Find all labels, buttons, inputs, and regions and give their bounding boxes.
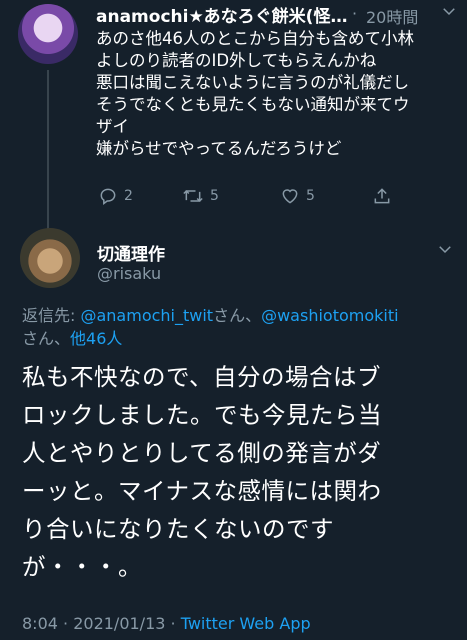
source-link[interactable]: Twitter Web App: [181, 614, 311, 633]
separator: ·: [57, 614, 74, 633]
share-icon: [372, 186, 392, 206]
reply-icon: [98, 186, 118, 206]
thread-connector-line: [47, 70, 49, 232]
retweet-icon: [182, 186, 204, 206]
like-count: 5: [306, 188, 315, 204]
reply-count: 2: [124, 188, 133, 204]
replying-to: 返信先: @anamochi_twitさん、@washiotomokiti さん、…: [22, 304, 452, 350]
reply-button[interactable]: 2: [98, 186, 133, 206]
tweet-text: あのさ他46人のとこから自分も含めて小林 よしのり読者のID外してもらえんかね …: [96, 29, 414, 158]
separator: ·: [352, 4, 358, 23]
san-suffix: さん、: [213, 306, 262, 325]
reply-prefix: 返信先:: [22, 306, 81, 325]
tweet-time[interactable]: 20時間: [366, 4, 418, 28]
retweet-count: 5: [210, 188, 219, 204]
separator: ·: [165, 614, 181, 633]
tweet-text: 私も不快なので、自分の場合はブ ロックしました。でも今見たら当 人とやりとりして…: [22, 363, 382, 581]
mention-link[interactable]: @anamochi_twit: [80, 306, 213, 325]
user-handle[interactable]: @risaku: [97, 264, 161, 283]
tweet-meta: 8:04 · 2021/01/13 · Twitter Web App: [22, 614, 311, 633]
avatar[interactable]: [18, 4, 78, 64]
retweet-button[interactable]: 5: [182, 186, 219, 206]
san-suffix: さん、: [22, 329, 71, 348]
tweet-time[interactable]: 8:04: [22, 614, 58, 633]
avatar[interactable]: [20, 228, 80, 288]
share-button[interactable]: [372, 186, 392, 206]
others-link[interactable]: 他46人: [70, 329, 122, 348]
mention-link[interactable]: @washiotomokiti: [261, 306, 398, 325]
chevron-down-icon[interactable]: [440, 2, 458, 20]
tweet-date[interactable]: 2021/01/13: [73, 614, 165, 633]
display-name[interactable]: anamochi★あなろぐ餅米(怪…: [96, 2, 356, 27]
heart-icon: [280, 186, 300, 206]
like-button[interactable]: 5: [280, 186, 315, 206]
chevron-down-icon[interactable]: [436, 240, 454, 258]
display-name[interactable]: 切通理作: [97, 240, 165, 265]
